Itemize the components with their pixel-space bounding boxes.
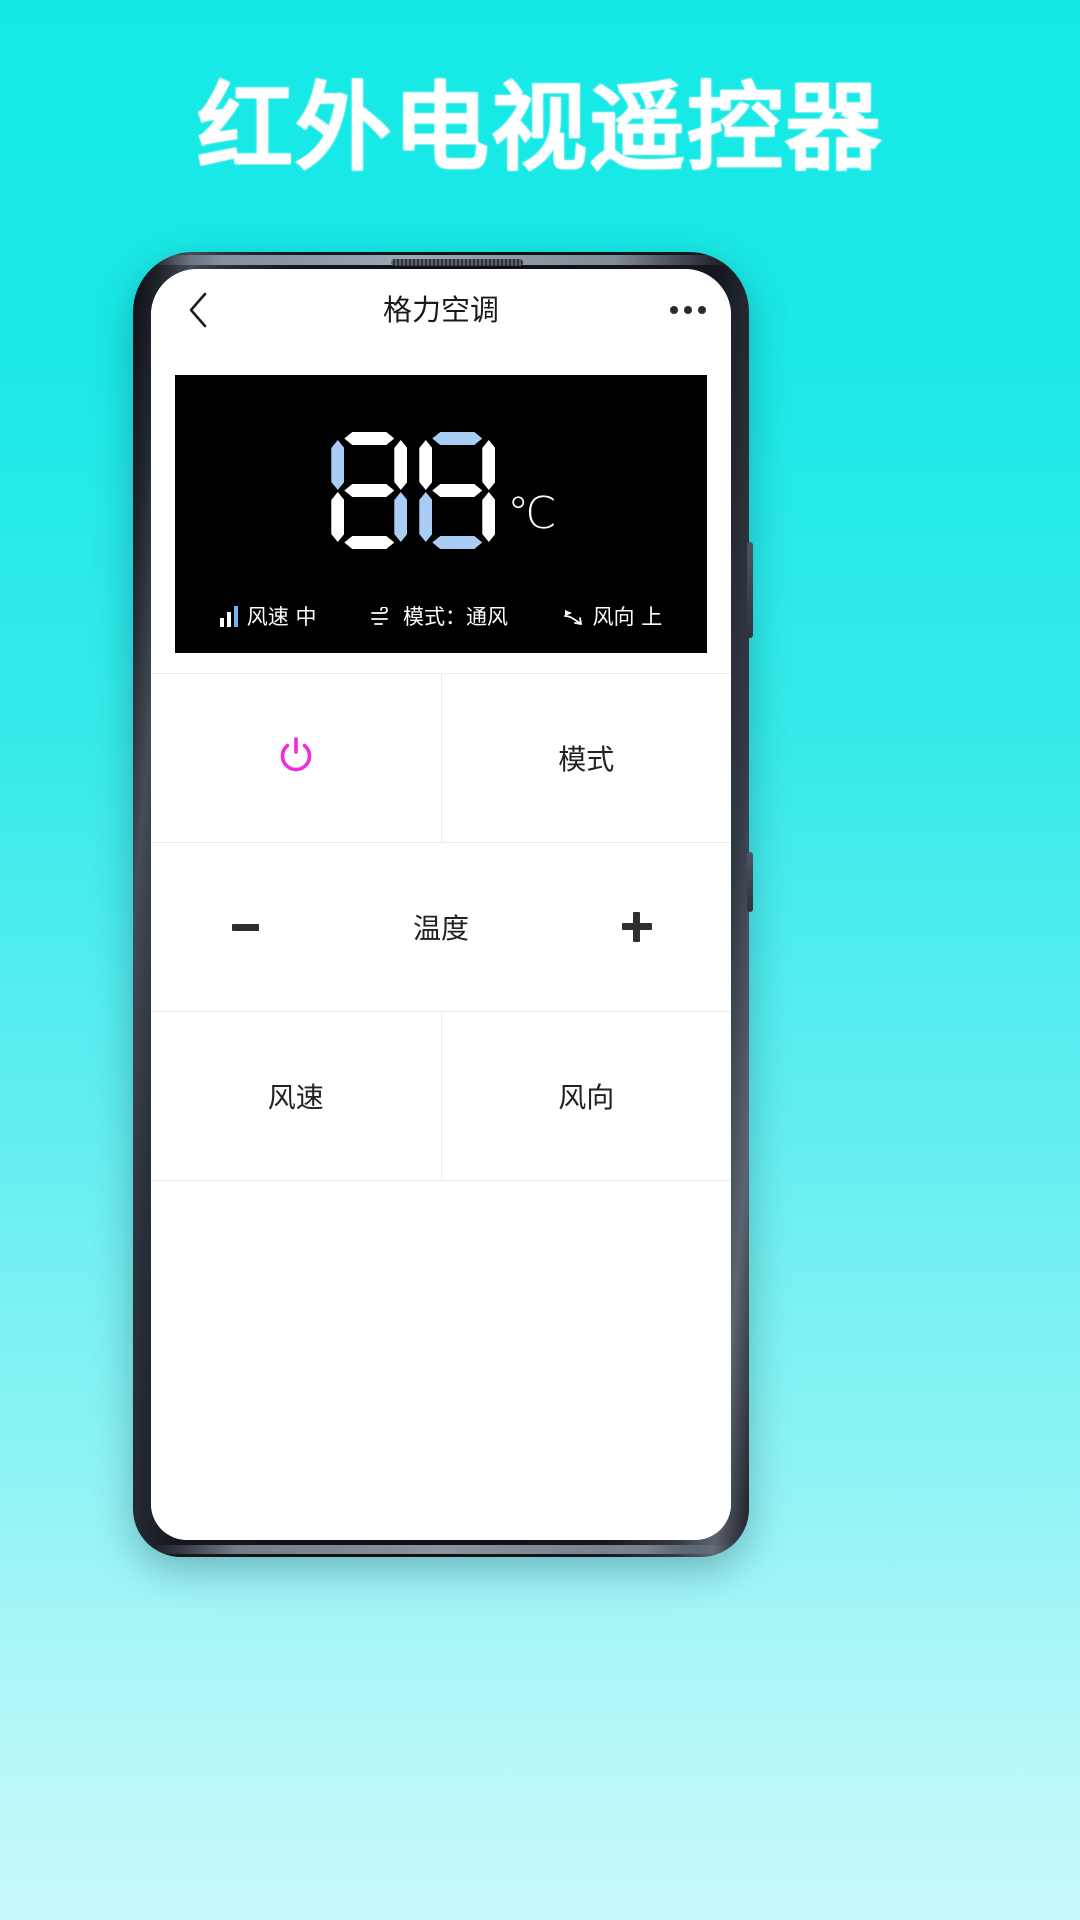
fan-speed-button-label: 风速	[267, 1081, 324, 1114]
grid-row-fan-wind: 风速 风向	[151, 1012, 731, 1181]
temperature-readout: ℃	[175, 431, 707, 551]
phone-screen: 格力空调 ℃ 风速 中 模式：通风 风向 上 模式 温度 风速 风向	[151, 269, 731, 1540]
segment-c	[394, 492, 407, 542]
minus-icon	[231, 923, 259, 931]
fan-speed-bars-icon	[219, 605, 238, 627]
seven-segment-digit	[328, 432, 410, 550]
seven-segment-digit	[416, 432, 498, 550]
segment-e	[331, 492, 344, 542]
status-wind-direction-label: 风向 上	[592, 605, 663, 629]
segment-f	[419, 440, 432, 490]
more-horizontal-icon	[684, 306, 692, 314]
status-wind-direction: 风向 上	[562, 601, 663, 631]
segment-b	[394, 440, 407, 490]
mode-button[interactable]: 模式	[441, 674, 731, 842]
status-fan-speed-label: 风速 中	[246, 605, 317, 629]
temperature-unit: ℃	[507, 487, 557, 539]
temperature-increase-button[interactable]	[543, 843, 731, 1011]
temperature-label-cell: 温度	[339, 843, 543, 1011]
page-title: 格力空调	[382, 293, 499, 327]
temperature-label: 温度	[412, 912, 469, 945]
segment-e	[419, 492, 432, 542]
wind-direction-icon	[562, 605, 584, 627]
segment-d	[432, 536, 482, 549]
grid-row-temperature: 温度	[151, 843, 731, 1012]
promo-headline: 红外电视遥控器	[197, 72, 883, 184]
grid-row-power-mode: 模式	[151, 674, 731, 843]
empty-content-area	[151, 1181, 731, 1540]
more-horizontal-icon	[698, 306, 706, 314]
phone-volume-side-button[interactable]	[747, 852, 753, 912]
mode-button-label: 模式	[558, 743, 615, 776]
remote-button-grid: 模式 温度 风速 风向	[151, 673, 731, 1181]
power-button[interactable]	[151, 674, 442, 842]
phone-device-mockup: 格力空调 ℃ 风速 中 模式：通风 风向 上 模式 温度 风速 风向	[133, 252, 753, 1557]
segment-f	[331, 440, 344, 490]
wind-direction-button-label: 风向	[558, 1081, 615, 1114]
segment-a	[432, 432, 482, 445]
power-icon	[274, 733, 318, 784]
more-horizontal-icon	[670, 306, 678, 314]
segment-d	[344, 536, 394, 549]
status-mode: 模式：通风	[370, 601, 508, 631]
segment-g	[344, 484, 394, 497]
segment-g	[432, 484, 482, 497]
more-options-button[interactable]	[659, 286, 717, 334]
segment-a	[344, 432, 394, 445]
app-titlebar: 格力空调	[151, 269, 731, 351]
fan-speed-button[interactable]: 风速	[151, 1012, 442, 1180]
lcd-display-panel: ℃ 风速 中 模式：通风 风向 上	[175, 375, 707, 653]
page-root: 红外电视遥控器 格力空调 ℃ 风速 中 模式：通风 风向 上 模式 温度 风速 …	[0, 0, 1080, 1920]
segment-b	[482, 440, 495, 490]
phone-bottom-bezel-highlight	[151, 1545, 731, 1554]
mode-wind-icon	[370, 605, 394, 627]
wind-direction-button[interactable]: 风向	[441, 1012, 731, 1180]
temperature-decrease-button[interactable]	[151, 843, 339, 1011]
status-mode-label: 模式：通风	[402, 605, 508, 629]
phone-power-side-button[interactable]	[747, 542, 753, 638]
phone-earpiece-speaker	[391, 259, 523, 266]
status-fan-speed: 风速 中	[219, 601, 317, 631]
lcd-status-strip: 风速 中 模式：通风 风向 上	[175, 601, 707, 631]
segment-c	[482, 492, 495, 542]
plus-icon	[622, 912, 652, 942]
